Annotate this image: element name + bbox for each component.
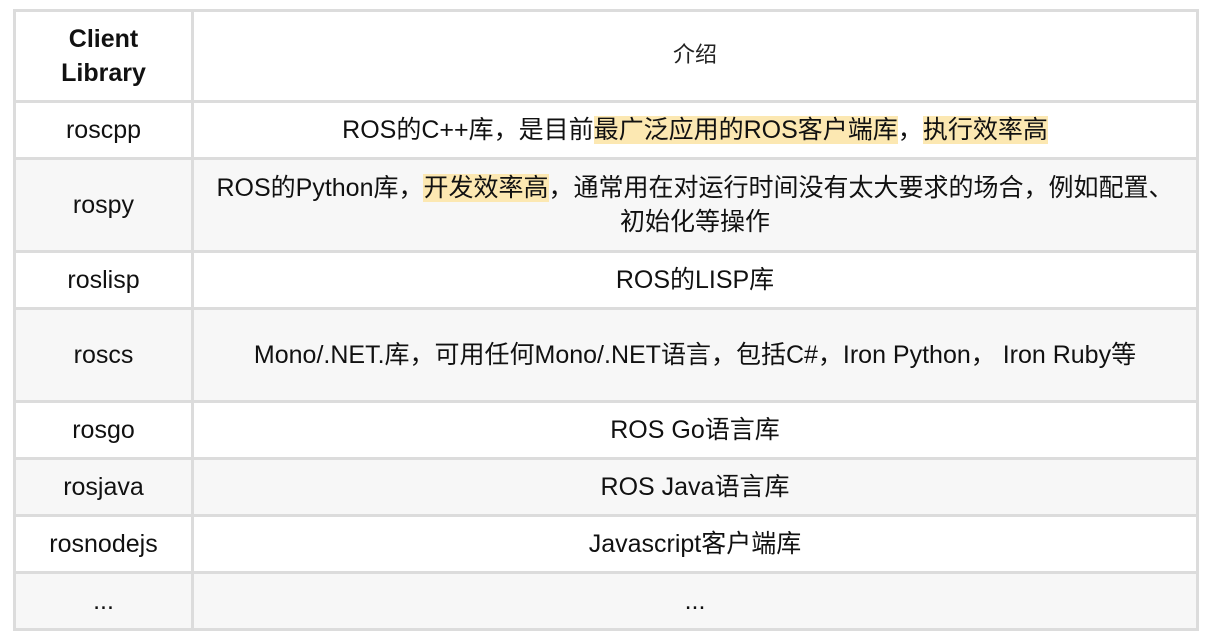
description-text: ROS的Python库，	[216, 174, 424, 202]
library-description-cell: ROS Java语言库	[191, 457, 1199, 517]
highlighted-text: 开发效率高	[423, 174, 549, 202]
library-name: rosgo	[72, 416, 135, 444]
table-body: Client Library 介绍 roscpp ROS的C++库，是目前最广泛应…	[13, 9, 1199, 631]
library-name-cell: roscs	[13, 307, 194, 403]
description-text: Javascript客户端库	[588, 530, 802, 558]
library-name-cell: rosjava	[13, 457, 194, 517]
library-name: rospy	[72, 191, 135, 219]
description-text: ROS Java语言库	[600, 473, 790, 501]
highlighted-text: 执行效率高	[922, 116, 1048, 144]
description-text: Mono/.NET.库，可用任何Mono/.NET语言，包括C#，Iron Py…	[253, 341, 1137, 369]
header-introduction-text: 介绍	[672, 43, 717, 68]
table-row: rosnodejs Javascript客户端库	[13, 514, 1199, 574]
table-row: rosgo ROS Go语言库	[13, 400, 1199, 460]
library-name-cell: rosgo	[13, 400, 194, 460]
library-name: rosjava	[63, 473, 144, 501]
description-text: ...	[684, 587, 706, 615]
library-name: roscs	[73, 341, 134, 369]
highlighted-text: 最广泛应用的ROS客户端库	[593, 116, 898, 144]
library-name: roslisp	[67, 266, 140, 294]
library-name-cell: ...	[13, 571, 194, 631]
library-description-cell: ROS的Python库，开发效率高，通常用在对运行时间没有太大要求的场合，例如配…	[191, 157, 1199, 253]
client-library-table: Client Library 介绍 roscpp ROS的C++库，是目前最广泛应…	[13, 9, 1199, 631]
library-description-cell: ROS Go语言库	[191, 400, 1199, 460]
description-text: ，通常用在对运行时间没有太大要求的场合，例如配置、初始化等操作	[548, 174, 1174, 236]
table-row: ......	[13, 571, 1199, 631]
library-name-cell: roscpp	[13, 100, 194, 160]
library-description-cell: ROS的LISP库	[191, 250, 1199, 310]
description-text: ROS的LISP库	[615, 266, 775, 294]
description-text: ROS Go语言库	[610, 416, 780, 444]
table-row: roscs Mono/.NET.库，可用任何Mono/.NET语言，包括C#，Ir…	[13, 307, 1199, 403]
description-text: ROS的C++库，是目前	[342, 116, 594, 144]
library-name-cell: roslisp	[13, 250, 194, 310]
library-description-cell: Mono/.NET.库，可用任何Mono/.NET语言，包括C#，Iron Py…	[191, 307, 1199, 403]
library-description-cell: Javascript客户端库	[191, 514, 1199, 574]
table-row: rosjava ROS Java语言库	[13, 457, 1199, 517]
library-description-cell: ROS的C++库，是目前最广泛应用的ROS客户端库，执行效率高	[191, 100, 1199, 160]
header-client-library: Client Library	[13, 9, 194, 103]
header-client-library-text: Client Library	[61, 25, 146, 87]
description-text: ，	[897, 116, 923, 144]
library-name-cell: rospy	[13, 157, 194, 253]
library-name-cell: rosnodejs	[13, 514, 194, 574]
library-name: roscpp	[65, 116, 142, 144]
table-row: roslisp ROS的LISP库	[13, 250, 1199, 310]
table-row: rospy ROS的Python库，开发效率高，通常用在对运行时间没有太大要求的场…	[13, 157, 1199, 253]
library-description-cell: ...	[191, 571, 1199, 631]
library-name: rosnodejs	[49, 530, 158, 558]
table-header-row: Client Library 介绍	[13, 9, 1199, 103]
header-introduction: 介绍	[191, 9, 1199, 103]
table-row: roscpp ROS的C++库，是目前最广泛应用的ROS客户端库，执行效率高	[13, 100, 1199, 160]
library-name: ...	[93, 587, 114, 615]
